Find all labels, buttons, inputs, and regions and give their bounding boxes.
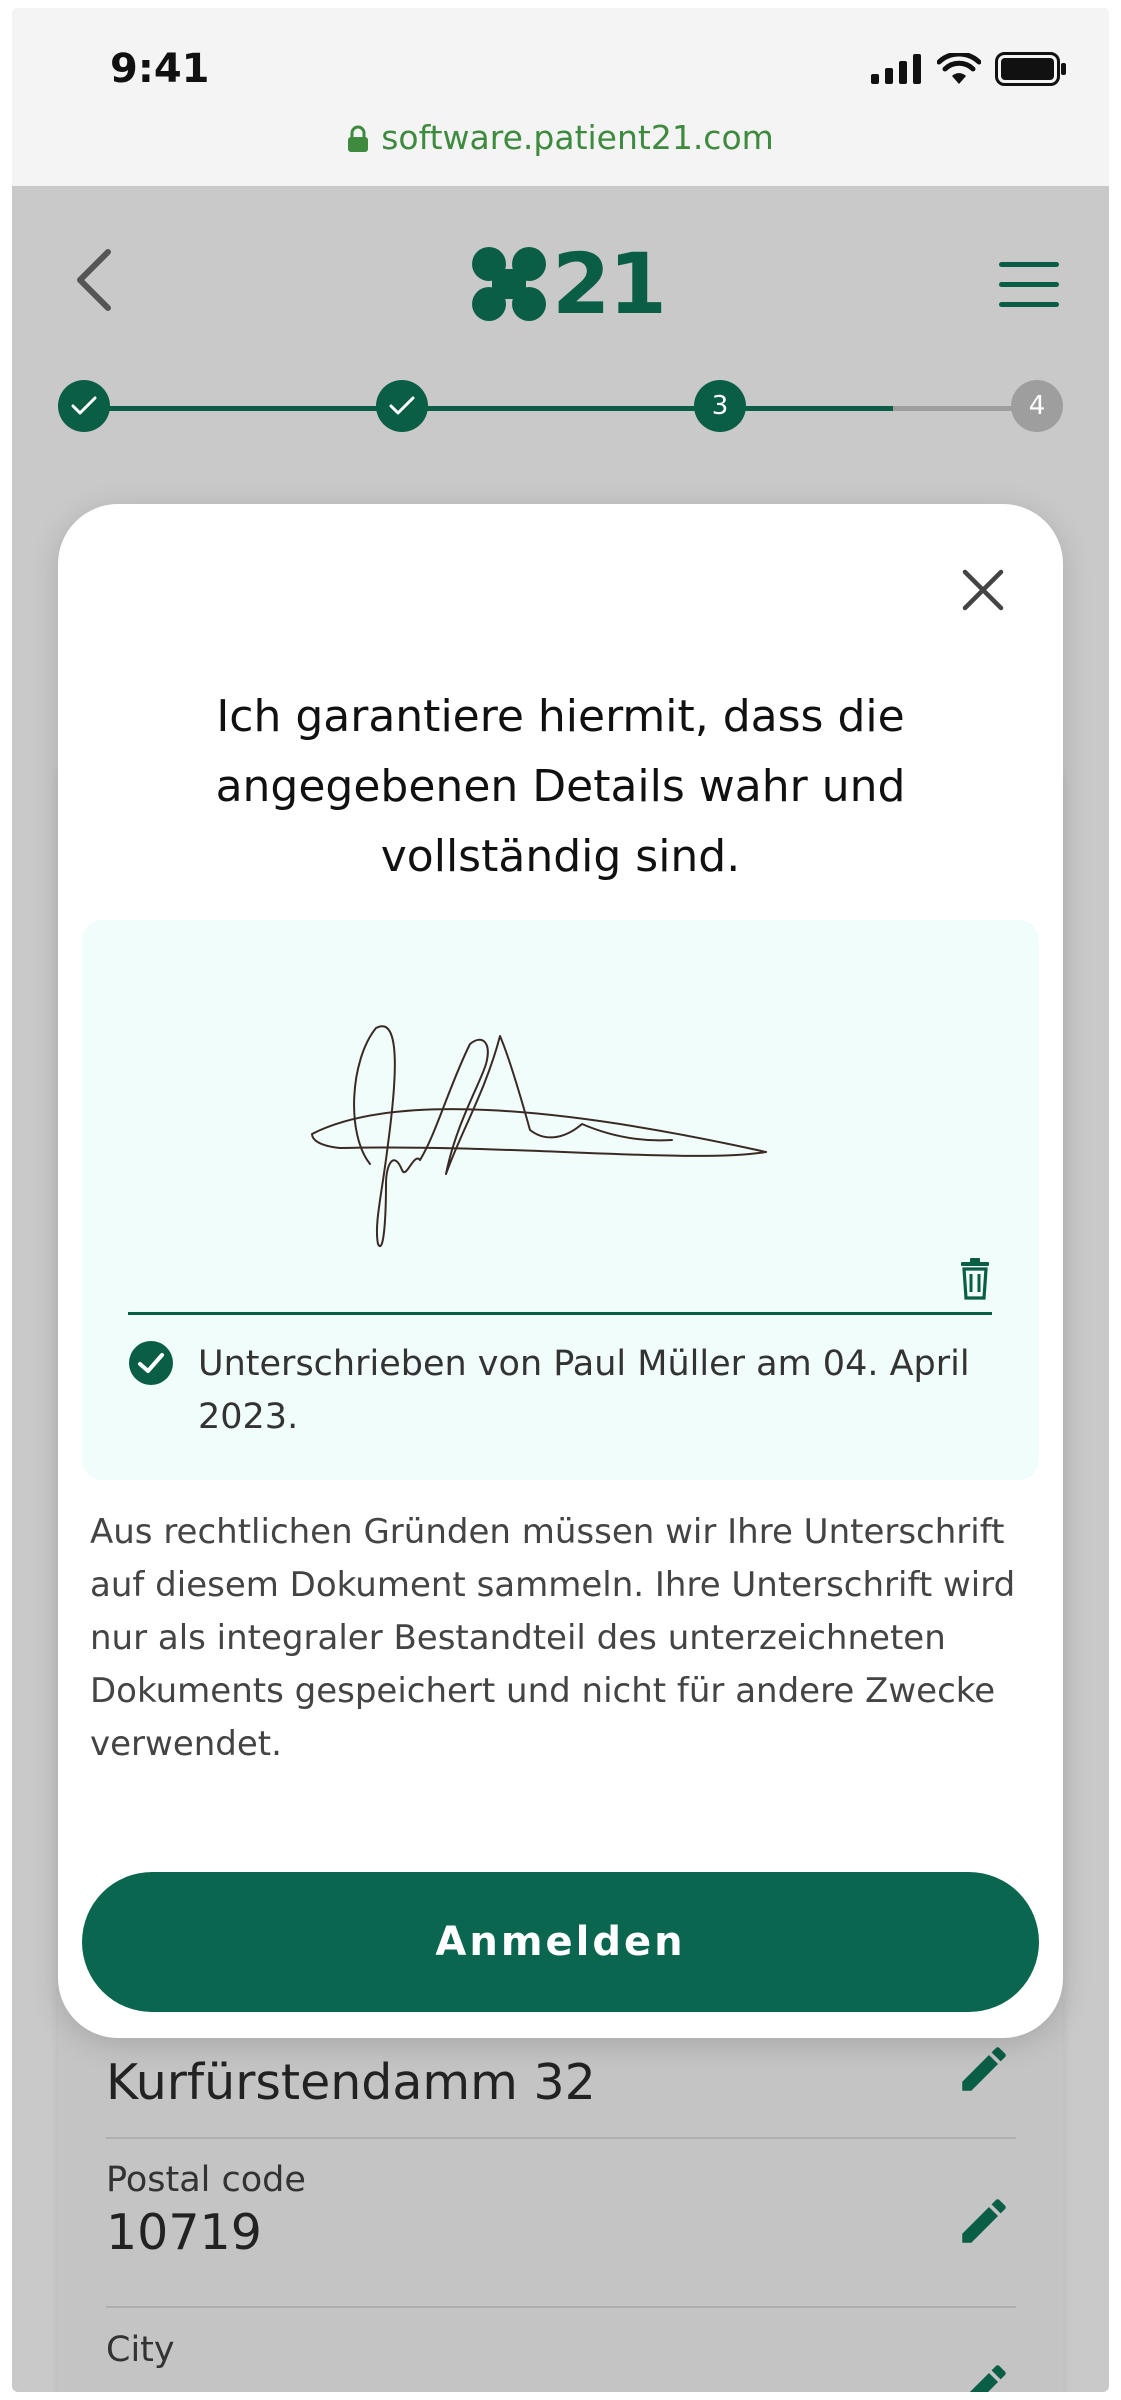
city-label: City (106, 2330, 175, 2370)
phone-screen: 9:41 software.patient21.com 21 3 4 Kurfü… (12, 8, 1109, 2392)
postal-code-field[interactable]: Postal code 10719 (106, 2160, 1016, 2261)
battery-icon (995, 52, 1066, 86)
step-3-current: 3 (694, 380, 746, 432)
checkmark-icon (389, 396, 415, 415)
logo-mark-icon (472, 247, 546, 321)
postal-code-value: 10719 (106, 2204, 262, 2261)
wifi-icon (937, 53, 981, 84)
city-field[interactable]: City (106, 2330, 1016, 2370)
patient21-logo: 21 (472, 235, 667, 333)
street-value: Kurfürstendamm 32 (106, 2054, 596, 2111)
cellular-signal-icon (871, 54, 921, 84)
back-arrow-icon[interactable] (74, 248, 114, 312)
status-icons (871, 52, 1067, 86)
pencil-icon[interactable] (955, 2192, 1013, 2250)
handwritten-signature (311, 1025, 767, 1248)
step-4-upcoming: 4 (1011, 380, 1063, 432)
signed-confirmation: Unterschrieben von Paul Müller am 04. Ap… (128, 1338, 988, 1444)
stepper-progress (84, 406, 894, 411)
close-icon[interactable] (957, 564, 1009, 616)
signature-baseline (128, 1312, 992, 1315)
checkmark-icon (71, 396, 97, 415)
signature-confirmation-dialog: Ich garantiere hiermit, dass die angegeb… (58, 504, 1063, 2038)
pencil-icon[interactable] (955, 2358, 1013, 2392)
status-time: 9:41 (110, 46, 210, 92)
postal-code-label: Postal code (106, 2160, 306, 2200)
step-2-done (376, 380, 428, 432)
dialog-title: Ich garantiere hiermit, dass die angegeb… (215, 691, 906, 882)
step-1-done (58, 380, 110, 432)
url-bar[interactable]: software.patient21.com (12, 118, 1109, 157)
trash-icon[interactable] (959, 1258, 991, 1300)
anmelden-button[interactable]: Anmelden (82, 1872, 1039, 2012)
logo-text: 21 (552, 235, 667, 333)
url-text: software.patient21.com (381, 118, 774, 157)
status-bar: 9:41 software.patient21.com (12, 8, 1109, 186)
hamburger-menu-icon[interactable] (999, 262, 1059, 308)
pencil-icon[interactable] (955, 2040, 1013, 2098)
app-header: 21 (12, 186, 1109, 386)
signed-by-text: Unterschrieben von Paul Müller am 04. Ap… (198, 1344, 970, 1437)
progress-stepper: 3 4 (58, 380, 1063, 436)
field-divider (106, 2137, 1016, 2139)
street-field: Kurfürstendamm 32 (106, 2050, 1016, 2111)
legal-notice: Aus rechtlichen Gründen müssen wir Ihre … (90, 1512, 1016, 1764)
check-circle-icon (129, 1341, 173, 1385)
signature-pad[interactable]: Unterschrieben von Paul Müller am 04. Ap… (82, 920, 1039, 1480)
lock-icon (348, 125, 369, 152)
field-divider (106, 2306, 1016, 2308)
